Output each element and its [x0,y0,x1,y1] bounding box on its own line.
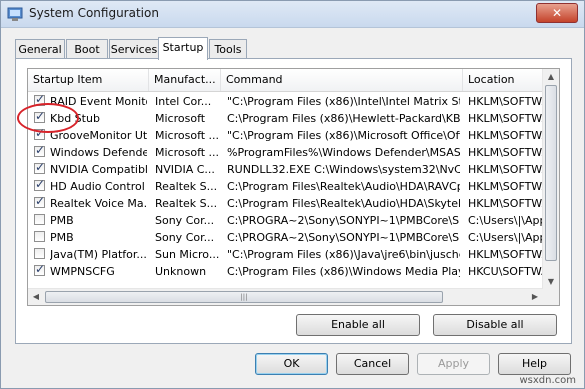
command-cell: "C:\Program Files (x86)\Intel\Intel Matr… [227,95,460,108]
manufacturer-cell: NVIDIA C... [155,163,215,176]
table-row[interactable]: ✓ Windows Defender Microsoft ... %ProgramFi… [28,143,543,161]
horizontal-scrollbar[interactable]: ◀ ||| ▶ [28,288,543,305]
scroll-right-icon[interactable]: ▶ [527,289,543,305]
checkmark-icon: ✓ [35,143,46,157]
table-row[interactable]: ✓ Realtek Voice Ma... Realtek S... C:\Progr… [28,194,543,212]
tab-startup[interactable]: Startup [158,37,208,60]
red-circle-annotation [17,103,79,133]
startup-item-checkbox[interactable]: ✓ [34,160,46,174]
enable-all-button[interactable]: Enable all [296,314,420,336]
manufacturer-cell: Unknown [155,265,207,278]
disable-all-button[interactable]: Disable all [433,314,557,336]
command-cell: %ProgramFiles%\Windows Defender\MSASC... [227,146,460,159]
startup-item-checkbox[interactable]: ✓ [34,262,46,276]
location-cell: HKLM\SOFTWA [468,112,543,125]
startup-item-name: HD Audio Control ... [50,180,147,193]
checkmark-icon: ✓ [35,177,46,191]
manufacturer-cell: Sony Cor... [155,231,215,244]
table-row[interactable]: PMB Sony Cor... C:\PROGRA~2\Sony\SONYPI~1\… [28,212,543,229]
watermark: wsxdn.com [519,375,576,386]
horizontal-scroll-thumb[interactable]: ||| [45,291,443,303]
scroll-down-icon[interactable]: ▼ [543,274,559,290]
table-row[interactable]: ✓ NVIDIA Compatibl... NVIDIA C... RUNDLL32.… [28,160,543,178]
startup-item-checkbox[interactable] [34,214,45,225]
system-configuration-icon [7,7,23,21]
close-button[interactable]: ✕ [536,3,578,23]
location-cell: HKLM\SOFTWA [468,180,543,193]
command-cell: RUNDLL32.EXE C:\Windows\system32\NvCpl..… [227,163,460,176]
ok-button[interactable]: OK [255,353,328,375]
command-cell: C:\Program Files\Realtek\Audio\HDA\RAVCp… [227,180,460,193]
table-row[interactable]: ✓ HD Audio Control ... Realtek S... C:\Prog… [28,177,543,195]
command-cell: C:\PROGRA~2\Sony\SONYPI~1\PMBCore\SP... [227,214,460,227]
startup-item-checkbox[interactable]: ✓ [34,177,46,191]
command-cell: C:\Program Files (x86)\Windows Media Pla… [227,265,460,278]
apply-button[interactable]: Apply [417,353,490,375]
table-row[interactable]: ✓ Kbd Stub Microsoft C:\Program Files (x86)… [28,109,543,127]
manufacturer-cell: Microsoft [155,112,206,125]
system-configuration-window: System Configuration ✕ General Boot Serv… [0,0,585,389]
command-cell: "C:\Program Files (x86)\Java\jre6\bin\ju… [227,248,460,261]
startup-item-name: WMPNSCFG [50,265,115,278]
close-icon: ✕ [551,6,563,20]
column-header-command[interactable]: Command [221,69,463,91]
table-row[interactable]: ✓ RAID Event Monitor Intel Cor... "C:\Progr… [28,92,543,110]
list-header: Startup Item Manufact... Command Locatio… [28,69,559,92]
manufacturer-cell: Realtek S... [155,180,218,193]
startup-items-list[interactable]: Startup Item Manufact... Command Locatio… [27,68,560,306]
startup-item-name: Windows Defender [50,146,147,159]
startup-item-name: Realtek Voice Ma... [50,197,147,210]
table-row[interactable]: ✓ GrooveMonitor Ut... Microsoft ... "C:\Pro… [28,126,543,144]
title-bar: System Configuration ✕ [1,1,584,28]
startup-item-name: PMB [50,214,74,227]
location-cell: HKLM\SOFTWA [468,129,543,142]
tab-tools[interactable]: Tools [209,39,247,58]
location-cell: HKCU\SOFTWA [468,265,543,278]
scroll-grip-icon: ||| [240,293,248,301]
tab-services[interactable]: Services [109,39,159,58]
manufacturer-cell: Sun Micro... [155,248,219,261]
location-cell: HKLM\SOFTWA [468,95,543,108]
command-cell: C:\Program Files (x86)\Hewlett-Packard\K… [227,112,460,125]
table-row[interactable]: Java(TM) Platfor... Sun Micro... "C:\Progr… [28,246,543,263]
location-cell: C:\Users\|\App [468,231,543,244]
column-header-manufacturer[interactable]: Manufact... [149,69,221,91]
vertical-scroll-thumb[interactable] [545,85,557,261]
startup-item-name: PMB [50,231,74,244]
location-cell: HKLM\SOFTWA [468,163,543,176]
command-cell: C:\PROGRA~2\Sony\SONYPI~1\PMBCore\SP... [227,231,460,244]
table-row[interactable]: PMB Sony Cor... C:\PROGRA~2\Sony\SONYPI~1\… [28,229,543,246]
command-cell: "C:\Program Files (x86)\Microsoft Office… [227,129,460,142]
manufacturer-cell: Intel Cor... [155,95,212,108]
column-header-startup-item[interactable]: Startup Item [28,69,149,91]
command-cell: C:\Program Files\Realtek\Audio\HDA\Skyte… [227,197,460,210]
vertical-scrollbar[interactable]: ▲ ▼ [542,69,559,290]
startup-item-checkbox[interactable] [34,231,45,242]
location-cell: HKLM\SOFTWA [468,197,543,210]
window-title: System Configuration [29,6,159,20]
manufacturer-cell: Microsoft ... [155,146,219,159]
location-cell: HKLM\SOFTWA [468,146,543,159]
tab-general[interactable]: General [15,39,65,58]
cancel-button[interactable]: Cancel [336,353,409,375]
startup-item-checkbox[interactable]: ✓ [34,194,46,208]
scroll-up-icon[interactable]: ▲ [543,69,559,85]
checkmark-icon: ✓ [35,262,46,276]
tab-boot[interactable]: Boot [66,39,108,58]
location-cell: HKLM\SOFTWA [468,248,543,261]
manufacturer-cell: Realtek S... [155,197,218,210]
scroll-left-icon[interactable]: ◀ [28,289,44,305]
manufacturer-cell: Sony Cor... [155,214,215,227]
checkmark-icon: ✓ [35,160,46,174]
scrollbar-corner [543,289,559,305]
startup-item-name: NVIDIA Compatibl... [50,163,147,176]
startup-item-checkbox[interactable] [34,248,45,259]
startup-item-checkbox[interactable]: ✓ [34,143,46,157]
manufacturer-cell: Microsoft ... [155,129,219,142]
location-cell: C:\Users\|\App [468,214,543,227]
help-button[interactable]: Help [498,353,571,375]
startup-item-name: Java(TM) Platfor... [50,248,147,261]
checkmark-icon: ✓ [35,194,46,208]
table-row[interactable]: ✓ WMPNSCFG Unknown C:\Program Files (x86)\W… [28,262,543,280]
